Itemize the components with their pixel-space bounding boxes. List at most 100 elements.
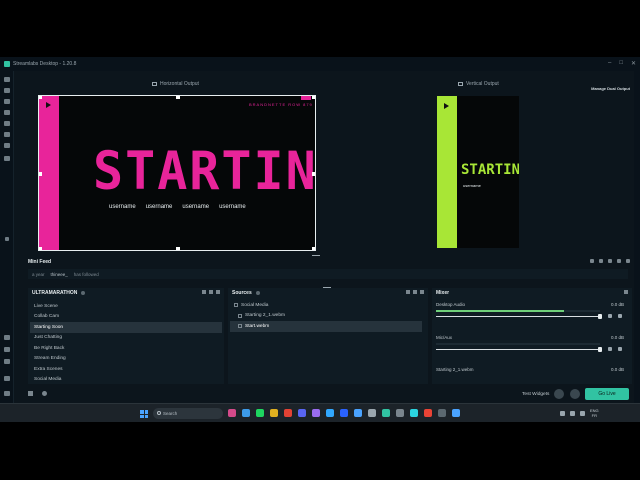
resize-handle[interactable]	[39, 247, 42, 250]
monitor-icon[interactable]	[406, 290, 410, 294]
highlighter-icon[interactable]	[4, 143, 10, 148]
resize-handle[interactable]	[312, 96, 315, 99]
expand-chevron-icon[interactable]	[5, 237, 9, 241]
language-indicator[interactable]: ENG FR	[590, 408, 599, 418]
app-icon[interactable]	[396, 409, 404, 417]
media-icon	[238, 313, 242, 318]
add-icon[interactable]	[413, 290, 417, 294]
scene-collection-title[interactable]: ULTRAMARATHON	[32, 290, 77, 296]
folder-icon[interactable]	[209, 290, 213, 294]
scene-item[interactable]: Stream Ending	[30, 354, 222, 365]
resize-handle[interactable]	[39, 172, 42, 176]
resize-handle[interactable]	[176, 96, 180, 99]
minimize-icon[interactable]: –	[608, 60, 611, 67]
app-icon[interactable]	[382, 409, 390, 417]
mute-icon[interactable]	[608, 259, 612, 263]
windows-start-icon[interactable]	[140, 410, 148, 418]
settings-icon[interactable]	[4, 156, 10, 161]
gear-icon[interactable]	[4, 347, 10, 352]
feed-event-row[interactable]: a year thineee_ has followed	[28, 269, 628, 279]
scene-item[interactable]: Live Scene	[30, 301, 222, 312]
test-widgets-button[interactable]: Test Widgets	[522, 392, 549, 397]
add-icon[interactable]	[216, 290, 220, 294]
sources-title: Sources	[232, 290, 252, 296]
channel-db: 0.0 dB	[610, 302, 624, 307]
close-icon[interactable]: ✕	[631, 60, 636, 67]
volume-knob[interactable]	[598, 314, 602, 319]
app-icon[interactable]	[452, 409, 460, 417]
app-store-icon[interactable]	[4, 132, 10, 137]
volume-knob[interactable]	[598, 347, 602, 352]
app-icon[interactable]	[298, 409, 306, 417]
vertical-canvas[interactable]: STARTING username	[437, 96, 519, 248]
pink-accent	[301, 96, 311, 100]
source-item[interactable]: Social Media	[230, 300, 422, 311]
scene-item[interactable]: Be Right Back	[30, 343, 222, 354]
source-item[interactable]: Starting 2_1.webm	[230, 311, 422, 322]
app-icon[interactable]	[424, 409, 432, 417]
settings-icon[interactable]	[4, 376, 10, 381]
dashboard-icon[interactable]	[4, 77, 10, 82]
filter-icon[interactable]	[590, 259, 594, 263]
maximize-icon[interactable]: □	[619, 60, 623, 67]
speaker-icon[interactable]	[608, 347, 612, 351]
studio-mode-icon[interactable]	[4, 110, 10, 115]
profile-icon[interactable]	[4, 391, 10, 396]
popout-icon[interactable]	[626, 259, 630, 263]
go-live-button[interactable]: Go Live	[585, 388, 629, 400]
volume-icon[interactable]	[570, 410, 575, 416]
app-icon[interactable]	[354, 409, 362, 417]
source-item[interactable]: Start.webm	[230, 321, 422, 332]
info-icon[interactable]	[255, 291, 260, 295]
app-icon[interactable]	[284, 409, 292, 417]
notification-icon[interactable]	[42, 391, 47, 396]
event-username[interactable]: thineee_	[51, 272, 68, 277]
resize-handle[interactable]	[312, 247, 315, 250]
app-icon[interactable]	[228, 409, 236, 417]
themes-icon[interactable]	[4, 121, 10, 126]
app-icon[interactable]	[410, 409, 418, 417]
info-icon[interactable]	[81, 291, 86, 295]
help-icon[interactable]	[4, 359, 10, 364]
link-icon[interactable]	[4, 335, 10, 340]
taskbar-search[interactable]: Search	[153, 408, 223, 419]
username-label: username	[182, 204, 210, 210]
gear-icon[interactable]	[624, 290, 628, 294]
app-icon[interactable]	[242, 409, 250, 417]
system-tray: ENG FR	[560, 408, 599, 418]
horizontal-canvas[interactable]: BRANDNETTE ROW 879 STARTING username use…	[38, 95, 316, 251]
wifi-icon[interactable]	[560, 410, 565, 416]
volume-slider[interactable]	[436, 316, 600, 317]
folder-icon	[234, 303, 238, 308]
skip-icon[interactable]	[617, 259, 621, 263]
folder-icon[interactable]	[420, 290, 424, 294]
scene-item[interactable]: Just Chatting	[30, 333, 222, 344]
gear-icon[interactable]	[618, 314, 622, 318]
volume-slider[interactable]	[436, 349, 600, 350]
app-icon[interactable]	[326, 409, 334, 417]
scene-item[interactable]: Extra Scenes	[30, 364, 222, 375]
battery-icon[interactable]	[580, 410, 585, 416]
app-icon[interactable]	[438, 409, 446, 417]
pause-icon[interactable]	[599, 259, 603, 263]
resize-handle[interactable]	[39, 96, 42, 99]
app-icon[interactable]	[270, 409, 278, 417]
layout-icon[interactable]	[4, 99, 10, 104]
resize-handle[interactable]	[176, 247, 180, 250]
app-icon[interactable]	[312, 409, 320, 417]
collapse-handle[interactable]	[312, 255, 320, 256]
app-icon[interactable]	[368, 409, 376, 417]
editor-icon[interactable]	[4, 88, 10, 93]
performance-icon[interactable]	[28, 391, 33, 396]
resize-handle[interactable]	[312, 172, 315, 176]
record-button[interactable]	[554, 389, 564, 399]
manage-dual-output-link[interactable]: Manage Dual Output	[591, 86, 630, 91]
speaker-icon[interactable]	[608, 314, 612, 318]
app-icon[interactable]	[256, 409, 264, 417]
scene-item[interactable]: Collab Cam	[30, 312, 222, 323]
monitor-icon[interactable]	[202, 290, 206, 294]
replay-buffer-button[interactable]	[570, 389, 580, 399]
app-icon[interactable]	[340, 409, 348, 417]
scene-item[interactable]: Starting Soon	[30, 322, 222, 333]
gear-icon[interactable]	[618, 347, 622, 351]
